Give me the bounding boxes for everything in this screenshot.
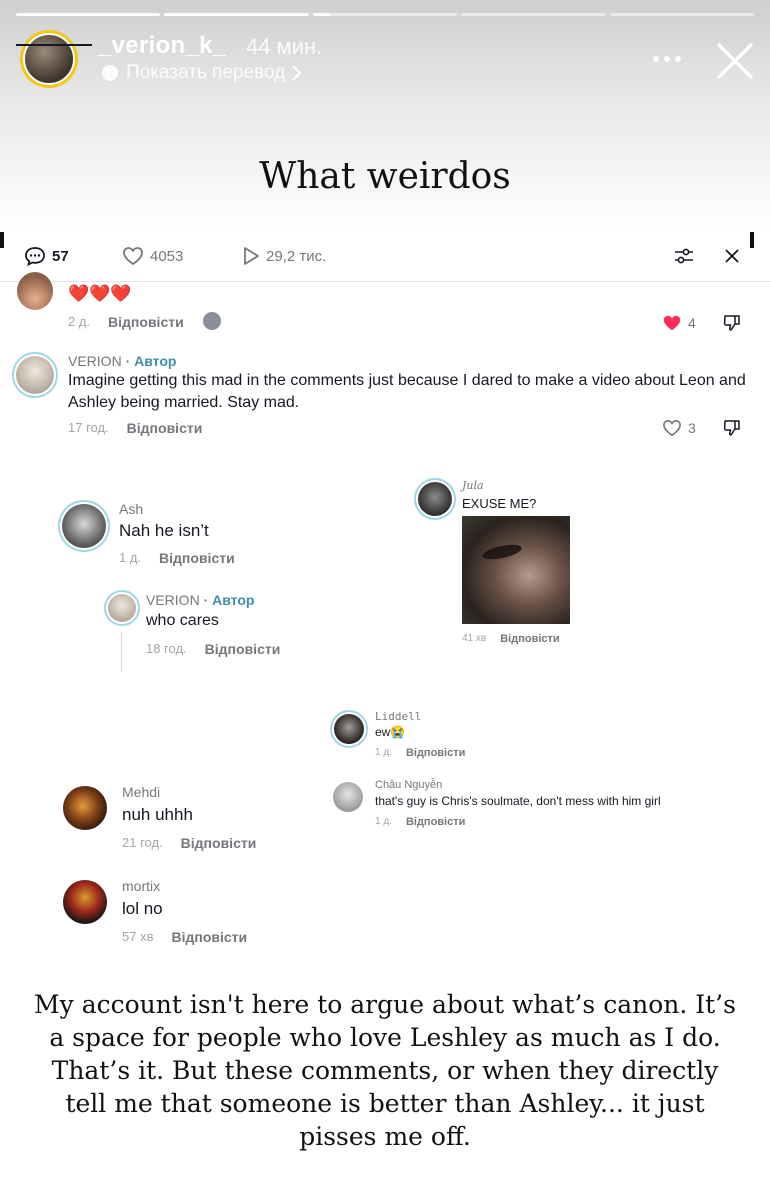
avatar[interactable] (58, 500, 110, 552)
reply-button[interactable]: Відповісти (181, 835, 257, 851)
reply-button[interactable]: Відповісти (406, 816, 465, 828)
comment-username[interactable]: Mehdi (122, 784, 160, 800)
avatar[interactable] (12, 352, 58, 398)
heart-outline-icon (123, 247, 143, 266)
progress-segment (312, 13, 458, 16)
translate-icon (102, 65, 118, 81)
tab-views-count: 29,2 тис. (266, 247, 327, 265)
comment-likes[interactable]: 3 (662, 419, 696, 437)
comment-time: 18 год. (146, 641, 187, 656)
comment-text: that's guy is Chris's soulmate, don't me… (375, 794, 661, 808)
comment-username[interactable]: VERION (68, 353, 122, 369)
story-caption-bottom: My account isn't here to argue about wha… (34, 990, 736, 1151)
tab-comments[interactable]: 57 (24, 246, 69, 266)
comment-time: 2 д. (68, 314, 91, 329)
reply-button[interactable]: Відповісти (171, 929, 247, 945)
comment-time: 57 хв (122, 929, 154, 944)
comment-text: Nah he isn’t (119, 521, 209, 540)
comment-username[interactable]: Ash (119, 501, 143, 517)
comment-meta: 18 год. Відповісти (146, 641, 280, 657)
comment-text: who cares (146, 612, 219, 629)
comment-meta: 1 д. Відповісти (375, 747, 465, 759)
tab-likes-count: 4053 (150, 247, 184, 265)
show-translation-button[interactable]: Показать перевод (100, 62, 303, 84)
like-count: 3 (688, 420, 696, 436)
tab-likes[interactable]: 4053 (122, 246, 183, 266)
show-translation-label: Показать перевод (126, 62, 286, 83)
progress-segment (609, 13, 755, 16)
comment-text: Imagine getting this mad in the comments… (68, 372, 746, 411)
heart-filled-icon (663, 315, 681, 331)
comment-username[interactable]: VERION (146, 592, 200, 608)
play-icon (244, 247, 259, 265)
comment-username[interactable]: mortix (122, 878, 160, 894)
active-tab-indicator (16, 44, 92, 46)
comment-text: lol no (122, 899, 163, 918)
story-progress-bar (16, 13, 755, 16)
close-comments-icon[interactable] (722, 246, 742, 266)
story-username[interactable]: _verion_k_ (98, 32, 226, 60)
comment-meta: 1 д. Відповісти (375, 816, 465, 828)
comment-time: 41 хв (462, 633, 487, 644)
reply-button[interactable]: Відповісти (406, 747, 465, 759)
comment-text: nuh uhhh (122, 805, 193, 824)
story-caption-top: What weirdos (259, 156, 511, 197)
close-story-icon[interactable] (712, 38, 758, 84)
tab-views[interactable]: 29,2 тис. (242, 246, 326, 266)
comment-username[interactable]: Jula (462, 479, 484, 492)
story-time: 44 мин. (246, 34, 323, 59)
comment-author-name: VERION · Автор (68, 353, 176, 369)
comment-time: 1 д. (375, 816, 392, 827)
reply-button[interactable]: Відповісти (127, 420, 203, 436)
creator-liked-avatar (203, 312, 221, 330)
avatar[interactable] (333, 782, 363, 812)
progress-segment (16, 13, 161, 16)
tab-comments-count: 57 (52, 247, 69, 265)
reply-button[interactable]: Відповісти (205, 641, 281, 657)
dislike-icon[interactable] (722, 418, 742, 438)
comment-time: 21 год. (122, 835, 163, 850)
reply-thread-line (121, 632, 122, 672)
comment-meta: 2 д. Відповісти (68, 314, 184, 330)
avatar[interactable] (63, 786, 107, 830)
comment-meta: 17 год. Відповісти (68, 420, 202, 436)
dislike-icon[interactable] (722, 313, 742, 333)
progress-segment (164, 13, 309, 16)
reply-button[interactable]: Відповісти (159, 550, 235, 566)
comment-text: ❤️❤️❤️ (68, 284, 132, 303)
author-badge: · Автор (125, 353, 177, 369)
comment-meta: 57 хв Відповісти (122, 929, 247, 945)
chevron-right-icon (292, 65, 302, 81)
comment-text: ew😭 (375, 725, 406, 739)
avatar[interactable] (330, 710, 368, 748)
progress-segment (461, 13, 606, 16)
heart-outline-icon (663, 419, 681, 437)
comment-time: 1 д. (119, 550, 142, 565)
author-badge: · Автор (203, 592, 255, 608)
comment-text: EXUSE ME? (462, 496, 537, 511)
avatar[interactable] (104, 590, 140, 626)
reply-button[interactable]: Відповісти (500, 633, 559, 645)
comment-meta: 21 год. Відповісти (122, 835, 256, 851)
comment-likes[interactable]: 4 (662, 314, 696, 332)
avatar[interactable] (17, 272, 53, 310)
comment-author-name: VERION · Автор (146, 592, 254, 608)
comment-username[interactable]: Châu Nguyễn (375, 779, 442, 791)
comment-time: 1 д. (375, 747, 392, 758)
comments-tab-bar (0, 236, 770, 282)
filter-icon[interactable] (673, 245, 695, 267)
story-avatar[interactable] (20, 30, 78, 88)
avatar[interactable] (414, 478, 456, 520)
comment-icon (25, 247, 45, 266)
like-count: 4 (688, 315, 696, 331)
comment-time: 17 год. (68, 420, 109, 435)
more-options-icon[interactable] (648, 44, 688, 74)
comment-image[interactable] (462, 516, 570, 624)
comment-username[interactable]: Liddell (375, 710, 421, 723)
comment-meta: 41 хв Відповісти (462, 633, 560, 645)
avatar[interactable] (63, 880, 107, 924)
reply-button[interactable]: Відповісти (108, 314, 184, 330)
comment-meta: 1 д. Відповісти (119, 550, 235, 566)
